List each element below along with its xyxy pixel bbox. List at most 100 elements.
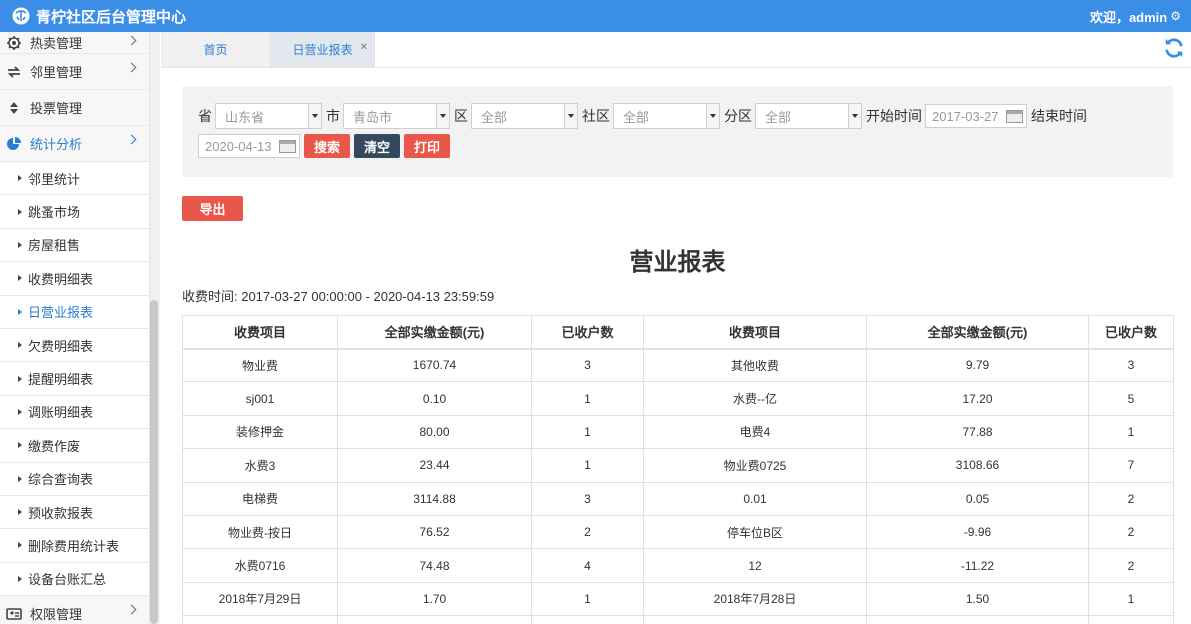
table-cell: 3114.88 bbox=[337, 481, 532, 516]
table-row: 装修押金 80.00 1 电费4 77.88 1 bbox=[182, 414, 1174, 450]
caret-right-icon bbox=[18, 375, 22, 382]
sidebar-item-label: 邻里管理 bbox=[30, 65, 83, 80]
clear-button[interactable]: 清空 bbox=[354, 134, 401, 158]
column-header: 已收户数 bbox=[1088, 315, 1174, 350]
sidebar-subitem[interactable]: 删除费用统计表 bbox=[0, 529, 149, 563]
sidebar-item-label: 热卖管理 bbox=[30, 36, 83, 51]
table-cell: 3 bbox=[531, 347, 644, 383]
subarea-label: 分区 bbox=[724, 108, 752, 124]
refresh-icon[interactable] bbox=[1163, 37, 1185, 59]
table-cell: 物业费 bbox=[182, 347, 338, 383]
column-header: 已收户数 bbox=[531, 315, 644, 350]
user-menu[interactable]: 欢迎，admin ⚙ bbox=[1090, 0, 1181, 32]
chevron-right-icon bbox=[126, 134, 137, 145]
close-icon[interactable]: ✕ bbox=[360, 42, 368, 53]
table-cell: 0.10 bbox=[337, 381, 532, 416]
province-select[interactable]: 山东省 bbox=[215, 103, 322, 129]
calendar-icon[interactable] bbox=[1006, 110, 1023, 123]
sidebar-subitem[interactable]: 欠费明细表 bbox=[0, 328, 149, 363]
search-button[interactable]: 搜索 bbox=[304, 134, 351, 158]
caret-right-icon bbox=[18, 275, 22, 282]
table-cell: 76.52 bbox=[337, 514, 532, 550]
table-cell: 1.50 bbox=[866, 581, 1089, 617]
caret-right-icon bbox=[18, 475, 22, 482]
start-date-input[interactable]: 2017-03-27 bbox=[925, 104, 1027, 128]
city-label: 市 bbox=[326, 108, 340, 124]
sidebar-scrollbar-thumb[interactable] bbox=[150, 300, 158, 624]
sidebar-subitem-daily-report[interactable]: 日营业报表 bbox=[0, 295, 149, 329]
user-icon bbox=[6, 606, 22, 622]
table-cell: 装修押金 bbox=[182, 414, 338, 450]
table-cell: 2 bbox=[1088, 548, 1174, 583]
sidebar-item-hot-sale[interactable]: 热卖管理 bbox=[0, 32, 149, 54]
table-cell: 9.79 bbox=[866, 347, 1089, 383]
table-cell: 停车位B区 bbox=[643, 514, 867, 550]
exchange-icon bbox=[6, 64, 22, 80]
table-cell: 77.88 bbox=[866, 414, 1089, 450]
community-label: 社区 bbox=[582, 108, 610, 124]
table-row: 水费0716 74.48 4 12 -11.22 2 bbox=[182, 548, 1174, 583]
table-cell: 2 bbox=[531, 514, 644, 550]
print-button[interactable]: 打印 bbox=[404, 134, 451, 158]
table-cell bbox=[337, 615, 532, 624]
sort-icon bbox=[6, 100, 22, 116]
sidebar-item-label: 统计分析 bbox=[30, 137, 83, 152]
filter-row-2: 2020-04-13 搜索 清空 打印 bbox=[198, 134, 454, 158]
province-label: 省 bbox=[198, 108, 212, 124]
tab-daily-report[interactable]: 日营业报表 ✕ bbox=[271, 32, 375, 67]
sidebar-subitem[interactable]: 跳蚤市场 bbox=[0, 195, 149, 229]
sidebar-item-neighborhood[interactable]: 邻里管理 bbox=[0, 54, 149, 90]
sidebar-subitem[interactable]: 提醒明细表 bbox=[0, 362, 149, 396]
column-header: 收费项目 bbox=[182, 315, 338, 350]
sidebar-subitem[interactable]: 综合查询表 bbox=[0, 462, 149, 496]
column-header: 全部实缴金额(元) bbox=[337, 315, 532, 350]
subarea-select[interactable]: 全部 bbox=[755, 103, 862, 129]
table-cell: 12 bbox=[643, 548, 867, 583]
sidebar-item-vote[interactable]: 投票管理 bbox=[0, 90, 149, 126]
sidebar-subitem[interactable]: 调账明细表 bbox=[0, 395, 149, 430]
sidebar-subitem[interactable]: 设备台账汇总 bbox=[0, 562, 149, 597]
table-cell: 电费4 bbox=[643, 414, 867, 450]
table-cell: 0.05 bbox=[866, 481, 1089, 516]
district-select[interactable]: 全部 bbox=[471, 103, 578, 129]
caret-right-icon bbox=[18, 208, 22, 215]
table-cell bbox=[1088, 615, 1174, 624]
table-cell: 1 bbox=[531, 448, 644, 483]
sidebar-subitem[interactable]: 收费明细表 bbox=[0, 262, 149, 296]
gear-icon[interactable]: ⚙ bbox=[1170, 9, 1181, 23]
table-row bbox=[182, 615, 1174, 624]
table-row: 物业费-按日 76.52 2 停车位B区 -9.96 2 bbox=[182, 514, 1174, 550]
tab-bar: 首页 日营业报表 ✕ bbox=[161, 32, 1191, 68]
caret-right-icon bbox=[18, 408, 22, 415]
end-date-input[interactable]: 2020-04-13 bbox=[198, 134, 300, 158]
table-cell: -9.96 bbox=[866, 514, 1089, 550]
sidebar-item-permissions[interactable]: 权限管理 bbox=[0, 596, 149, 624]
district-label: 区 bbox=[454, 108, 468, 124]
table-cell: 物业费-按日 bbox=[182, 514, 338, 550]
table-cell: 7 bbox=[1088, 448, 1174, 483]
caret-right-icon bbox=[18, 342, 22, 349]
chevron-right-icon bbox=[126, 35, 137, 46]
table-cell: 80.00 bbox=[337, 414, 532, 450]
sidebar-subitem[interactable]: 缴费作废 bbox=[0, 429, 149, 463]
community-select[interactable]: 全部 bbox=[613, 103, 720, 129]
sidebar-subitem[interactable]: 预收款报表 bbox=[0, 495, 149, 530]
city-select[interactable]: 青岛市 bbox=[343, 103, 450, 129]
table-cell: 1670.74 bbox=[337, 347, 532, 383]
table-body: 物业费 1670.74 3 其他收费 9.79 3 sj001 0.10 1 水费--亿 17.20… bbox=[182, 347, 1174, 624]
sidebar-item-statistics[interactable]: 统计分析 bbox=[0, 126, 149, 162]
report-table: 收费项目 全部实缴金额(元) 已收户数 收费项目 全部实缴金额(元) 已收户数 … bbox=[182, 315, 1174, 624]
sidebar: 热卖管理 邻里管理 投票管理 统计分析 邻里统计 跳蚤市场 房屋租售 收费明细表… bbox=[0, 32, 150, 624]
calendar-icon[interactable] bbox=[279, 140, 296, 153]
table-cell: 23.44 bbox=[337, 448, 532, 483]
top-bar: 青柠社区后台管理中心 欢迎，admin ⚙ bbox=[0, 0, 1191, 32]
table-cell: 2018年7月28日 bbox=[643, 581, 867, 617]
gear-icon bbox=[6, 35, 22, 51]
sidebar-subitem[interactable]: 邻里统计 bbox=[0, 162, 149, 196]
export-button[interactable]: 导出 bbox=[182, 196, 243, 221]
tab-home[interactable]: 首页 bbox=[161, 32, 271, 67]
sidebar-subitem[interactable]: 房屋租售 bbox=[0, 228, 149, 263]
table-cell bbox=[182, 615, 338, 624]
table-cell: 电梯费 bbox=[182, 481, 338, 516]
table-row: 物业费 1670.74 3 其他收费 9.79 3 bbox=[182, 347, 1174, 383]
